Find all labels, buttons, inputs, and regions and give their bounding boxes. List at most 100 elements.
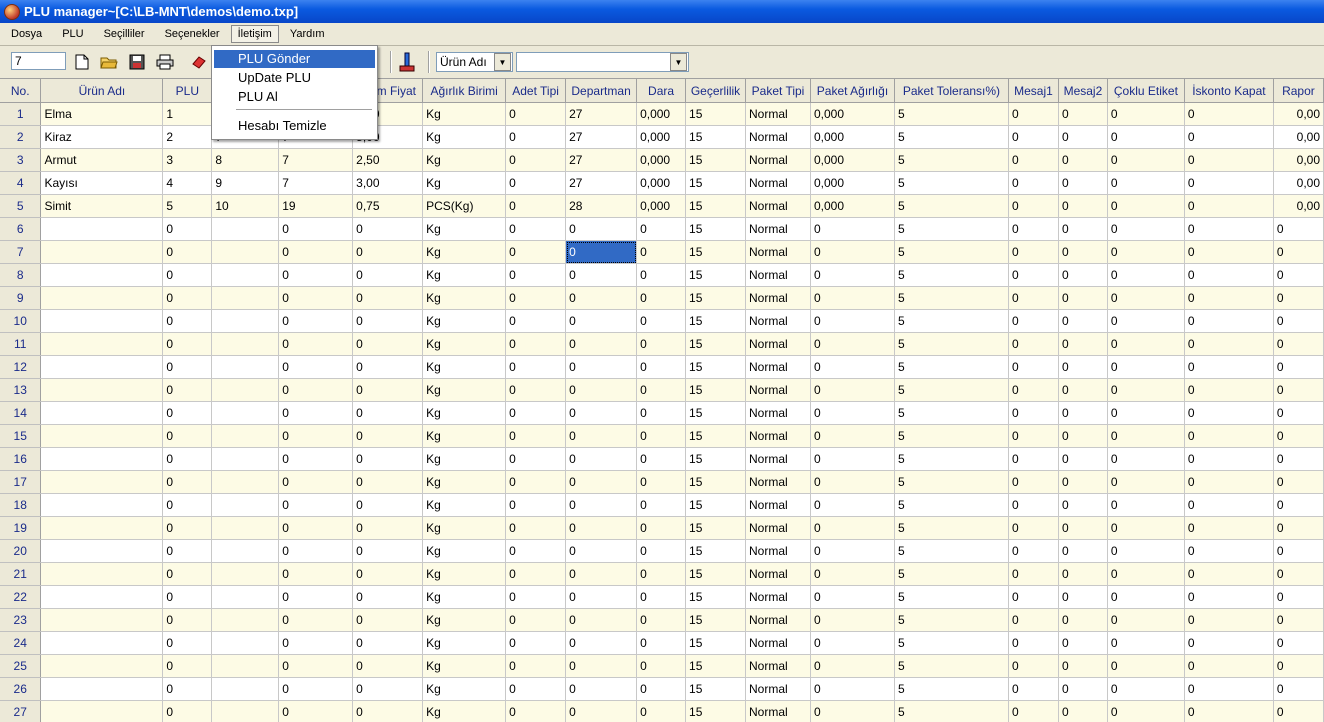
table-cell[interactable]: 5 [894,217,1009,241]
table-cell[interactable]: 0 [810,401,895,425]
table-cell[interactable]: Kg [422,447,507,471]
table-cell[interactable]: 8 [211,148,280,172]
table-cell[interactable] [40,654,164,678]
table-row[interactable]: 10 0 0 0 Kg 0 0 0 15 Normal 0 5 0 0 0 0 0 [0,309,1324,333]
column-header[interactable]: No. [0,79,42,103]
table-cell[interactable] [211,240,280,264]
column-header[interactable]: Geçerlilik [685,79,747,103]
table-cell[interactable]: 0 [1184,631,1274,655]
table-cell[interactable]: 5 [894,355,1009,379]
table-cell[interactable]: 15 [685,539,747,563]
table-cell[interactable]: 0 [1184,309,1274,333]
table-cell[interactable]: 0 [1107,493,1185,517]
table-cell[interactable]: 5 [894,240,1009,264]
table-cell[interactable]: 0 [352,585,424,609]
table-cell[interactable]: 0 [810,608,895,632]
table-cell[interactable]: 0 [1107,125,1185,149]
table-cell[interactable]: 0 [1273,424,1324,448]
table-cell[interactable]: 5 [894,378,1009,402]
table-cell[interactable]: 0 [162,470,213,494]
table-cell[interactable]: 0 [162,562,213,586]
table-cell[interactable]: 0 [505,424,567,448]
table-cell[interactable]: 0 [636,654,687,678]
table-cell[interactable]: 0 [810,585,895,609]
table-cell[interactable]: 15 [685,700,747,722]
table-cell[interactable]: 0 [278,378,354,402]
table-cell[interactable]: 0,00 [1273,102,1324,126]
table-row[interactable]: 12 0 0 0 Kg 0 0 0 15 Normal 0 5 0 0 0 0 0 [0,355,1324,379]
table-cell[interactable]: Kg [422,585,507,609]
table-cell[interactable]: 0 [1008,378,1059,402]
row-number[interactable]: 22 [0,585,42,609]
table-cell[interactable]: 0 [565,332,638,356]
table-cell[interactable]: 0 [1184,608,1274,632]
table-cell[interactable]: 0 [1058,631,1108,655]
table-cell[interactable] [211,677,280,701]
table-cell[interactable]: 0 [1058,608,1108,632]
table-cell[interactable]: 0 [352,355,424,379]
table-cell[interactable]: 0 [1273,447,1324,471]
table-cell[interactable]: 0 [352,470,424,494]
table-cell[interactable]: Normal [745,539,811,563]
row-number[interactable]: 7 [0,240,42,264]
table-cell[interactable]: 15 [685,654,747,678]
table-cell[interactable]: 0,75 [352,194,424,218]
table-cell[interactable]: 0 [162,631,213,655]
table-cell[interactable]: 0 [810,562,895,586]
table-row[interactable]: 27 0 0 0 Kg 0 0 0 15 Normal 0 5 0 0 0 0 0 [0,700,1324,722]
table-cell[interactable]: 0 [278,539,354,563]
table-cell[interactable]: Kg [422,608,507,632]
table-cell[interactable]: 0 [278,309,354,333]
table-cell[interactable]: 0 [278,332,354,356]
table-cell[interactable]: 0 [162,217,213,241]
plu-grid[interactable]: No. Ürün Adı PLU Birim Fiyat Ağırlık Birimi A… [0,79,1324,722]
table-cell[interactable]: 0 [565,263,638,287]
table-cell[interactable]: 0 [278,470,354,494]
table-cell[interactable]: Kg [422,286,507,310]
table-cell[interactable]: 15 [685,562,747,586]
table-cell[interactable]: 0 [636,677,687,701]
table-cell[interactable]: 0 [636,700,687,722]
row-number[interactable]: 23 [0,608,42,632]
table-cell[interactable]: 0 [352,631,424,655]
menu-yardim[interactable]: Yardım [281,25,334,43]
table-cell[interactable]: 0 [278,424,354,448]
table-cell[interactable]: 0 [810,654,895,678]
table-cell[interactable]: 0 [505,631,567,655]
row-number[interactable]: 16 [0,447,42,471]
table-cell[interactable]: 0 [1058,447,1108,471]
table-cell[interactable]: 0 [162,240,213,264]
table-cell[interactable]: PCS(Kg) [422,194,507,218]
table-cell[interactable]: 0 [1058,700,1108,722]
table-cell[interactable]: 0 [505,677,567,701]
table-cell[interactable]: 0 [1058,562,1108,586]
table-cell[interactable]: 0 [162,447,213,471]
table-cell[interactable]: 0 [1058,654,1108,678]
table-cell[interactable]: 0 [1008,148,1059,172]
table-cell[interactable]: 0 [1184,286,1274,310]
table-cell[interactable]: 0 [636,493,687,517]
table-cell[interactable]: 0 [1273,286,1324,310]
table-cell[interactable] [40,493,164,517]
table-cell[interactable]: 0 [505,447,567,471]
column-header[interactable]: Mesaj1 [1008,79,1059,103]
table-cell[interactable]: 0 [1008,654,1059,678]
table-cell[interactable] [211,516,280,540]
table-cell[interactable]: Kg [422,309,507,333]
table-cell[interactable]: 0 [352,654,424,678]
table-row[interactable]: 9 0 0 0 Kg 0 0 0 15 Normal 0 5 0 0 0 0 0 [0,286,1324,310]
table-cell[interactable]: 0,000 [636,171,687,195]
table-cell[interactable]: Normal [745,332,811,356]
table-cell[interactable]: 5 [894,194,1009,218]
table-cell[interactable]: Kg [422,102,507,126]
table-cell[interactable]: 5 [894,125,1009,149]
table-cell[interactable]: 0 [1107,516,1185,540]
table-cell[interactable]: 0 [1107,194,1185,218]
table-cell[interactable]: 0 [1058,286,1108,310]
table-cell[interactable]: 0 [1058,263,1108,287]
table-cell[interactable]: 0 [352,493,424,517]
record-number-field[interactable]: 7 [11,52,66,70]
table-cell[interactable]: 0 [636,286,687,310]
table-row[interactable]: 4 Kayısı 4 9 7 3,00 Kg 0 27 0,000 15 Normal 0,000 5 0 0… [0,171,1324,195]
table-cell[interactable]: 0 [278,700,354,722]
